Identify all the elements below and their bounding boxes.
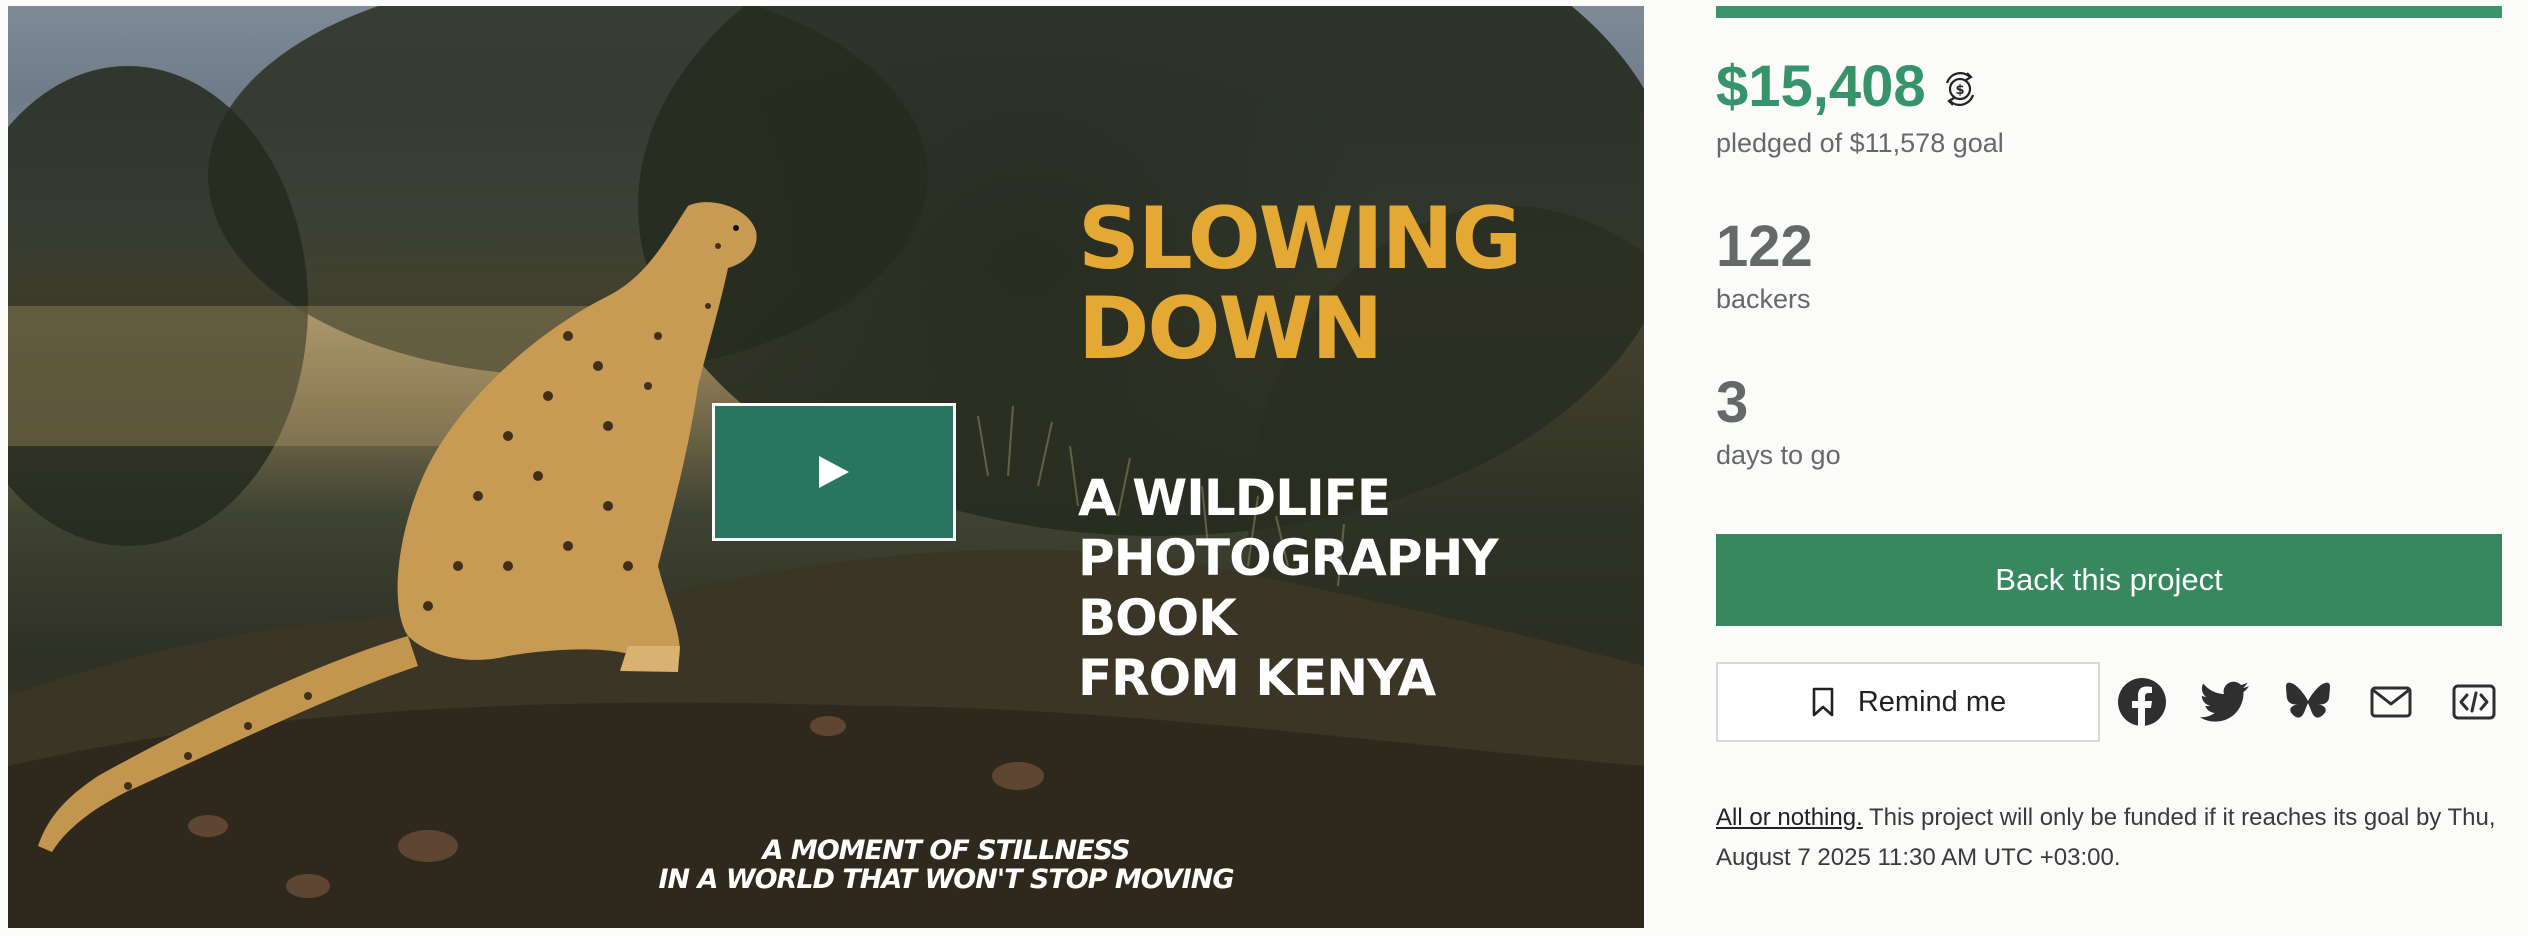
all-or-nothing-link[interactable]: All or nothing. [1716,804,1863,831]
play-button[interactable] [712,403,956,541]
remind-me-button[interactable]: Remind me [1716,662,2100,742]
hero-tagline: A MOMENT OF STILLNESS IN A WORLD THAT WO… [658,835,1234,895]
pledged-amount: $15,408 [1716,54,1926,119]
facebook-icon[interactable] [2114,674,2170,730]
remind-me-label: Remind me [1857,685,2007,718]
backers-count: 122 [1716,214,1813,279]
back-this-project-button[interactable]: Back this project [1716,534,2502,626]
twitter-icon[interactable] [2197,674,2253,730]
share-icons [2114,672,2502,732]
backers-label: backers [1716,284,1811,314]
funding-panel: $15,408 $ pledged of $11,578 goal 122 ba… [1716,0,2502,936]
project-page: SLOWING DOWN A WILDLIFE PHOTOGRAPHY BOOK… [0,0,2528,936]
bluesky-icon[interactable] [2280,674,2336,730]
embed-icon[interactable] [2446,674,2502,730]
days-to-go-label: days to go [1716,440,1841,470]
pledged-row: $15,408 $ [1716,52,1980,122]
currency-convert-icon[interactable]: $ [1940,69,1980,109]
bookmark-icon [1812,687,1834,717]
svg-text:$: $ [1955,83,1964,98]
pledged-goal: pledged of $11,578 goal [1716,128,2004,158]
funding-progress-bar [1716,6,2502,18]
hero-subtitle: A WILDLIFE PHOTOGRAPHY BOOK FROM KENYA [1078,469,1499,707]
hero-title: SLOWING DOWN [1078,189,1522,379]
funding-progress-fill [1716,6,2502,18]
project-video[interactable]: SLOWING DOWN A WILDLIFE PHOTOGRAPHY BOOK… [8,6,1644,928]
days-to-go-count: 3 [1716,370,1749,435]
email-icon[interactable] [2363,674,2419,730]
play-icon [819,456,849,488]
funding-note: All or nothing. This project will only b… [1716,798,2502,878]
